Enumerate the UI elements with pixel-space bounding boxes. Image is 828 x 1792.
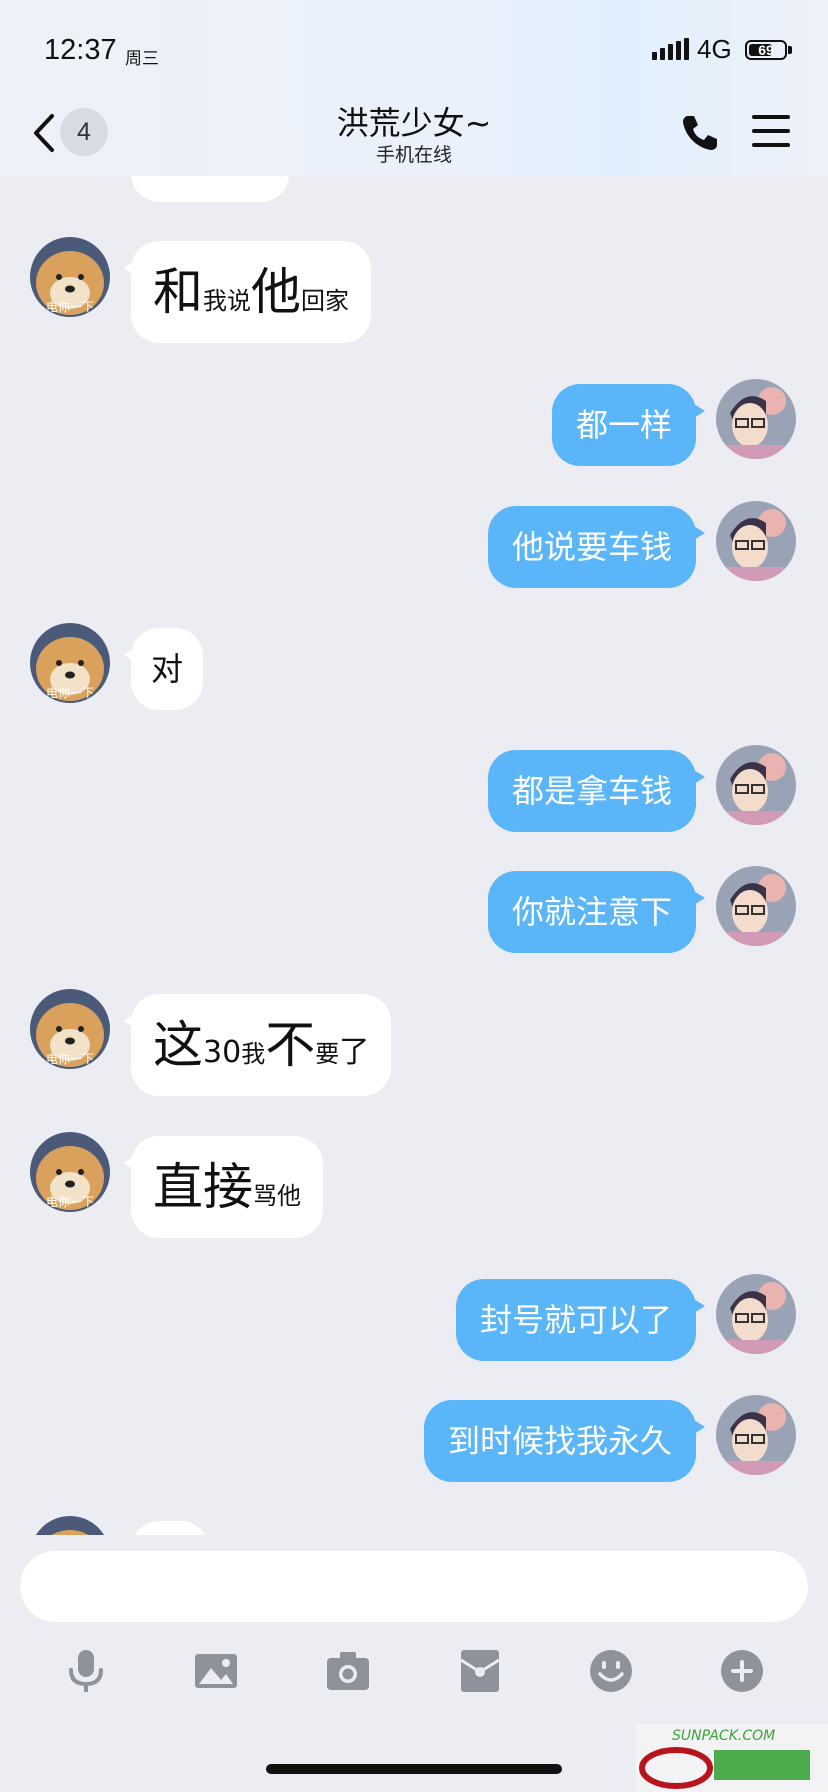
my-avatar[interactable] [716, 1274, 796, 1354]
contact-avatar[interactable]: 电你一下 [30, 237, 110, 317]
my-avatar[interactable] [716, 501, 796, 581]
my-avatar[interactable] [716, 1395, 796, 1475]
message-text-segment: 我 [241, 1040, 266, 1068]
message-bubble-partial[interactable] [131, 1521, 209, 1535]
image-icon[interactable] [193, 1648, 239, 1694]
message-bubble[interactable]: 直接骂他 [124, 1136, 323, 1238]
message-text-segment: 这 [153, 1016, 203, 1074]
menu-icon[interactable] [752, 115, 790, 147]
camera-icon[interactable] [325, 1648, 371, 1694]
message-bubble[interactable]: 他说要车钱 [487, 506, 706, 588]
message-text-segment: 他 [251, 263, 301, 321]
phone-call-icon[interactable] [680, 113, 720, 153]
message-bubble[interactable]: 封号就可以了 [455, 1279, 706, 1361]
top-bar: 12:37 周三 4G 69 4 洪荒少女~ 手机在线 [0, 0, 828, 176]
plus-icon[interactable] [719, 1648, 765, 1694]
contact-avatar[interactable]: 电你一下 [30, 1132, 110, 1212]
message-bubble[interactable]: 都一样 [551, 384, 706, 466]
contact-avatar[interactable]: 电你一下 [30, 989, 110, 1069]
message-bubble[interactable]: 到时候找我永久 [423, 1400, 706, 1482]
message-text-segment: 直接 [153, 1158, 253, 1216]
svg-text:电你一下: 电你一下 [46, 1052, 94, 1066]
message-text-segment: 30 [203, 1035, 242, 1070]
my-avatar[interactable] [716, 866, 796, 946]
svg-text:SUNPACK.COM: SUNPACK.COM [672, 1728, 775, 1744]
emoji-icon[interactable] [588, 1648, 634, 1694]
my-avatar[interactable] [716, 745, 796, 825]
contact-avatar[interactable] [30, 1516, 110, 1535]
svg-text:电你一下: 电你一下 [46, 300, 94, 314]
signal-icon [652, 38, 690, 60]
message-bubble[interactable]: 对 [123, 628, 204, 710]
message-bubble[interactable]: 你就注意下 [487, 871, 706, 953]
message-text-segment: 不 [265, 1016, 316, 1074]
message-text-segment: 了 [339, 1035, 370, 1070]
site-watermark-logo: SUNPACK.COM [636, 1724, 828, 1792]
battery-icon: 69 [745, 40, 787, 60]
svg-text:电你一下: 电你一下 [46, 1195, 94, 1209]
status-time: 12:37 [44, 34, 117, 66]
microphone-icon[interactable] [63, 1648, 109, 1694]
message-text-segment: 骂他 [253, 1182, 301, 1210]
red-packet-icon[interactable] [457, 1648, 503, 1694]
message-bubble-partial[interactable] [131, 176, 289, 202]
message-bubble[interactable]: 这30我不要了 [123, 994, 392, 1096]
message-text-segment: 和 [153, 263, 203, 321]
svg-text:电你一下: 电你一下 [46, 686, 94, 700]
home-indicator [266, 1764, 562, 1774]
status-day: 周三 [125, 49, 159, 69]
battery-cap [788, 46, 792, 54]
message-list[interactable]: 电你一下 和我说他回家 都一样 他说要车钱 电你一下 对 都是拿车钱 你就注意下… [0, 176, 828, 1535]
battery-percent: 69 [758, 42, 774, 58]
network-type: 4G [697, 34, 732, 64]
message-input[interactable] [20, 1551, 808, 1622]
message-text-segment: 我说 [203, 287, 251, 315]
message-bubble[interactable]: 和我说他回家 [124, 241, 371, 343]
message-bubble[interactable]: 都是拿车钱 [487, 750, 706, 832]
contact-avatar[interactable]: 电你一下 [30, 623, 110, 703]
message-text-segment: 回家 [301, 287, 349, 315]
message-text-segment: 要 [315, 1040, 340, 1068]
my-avatar[interactable] [716, 379, 796, 459]
